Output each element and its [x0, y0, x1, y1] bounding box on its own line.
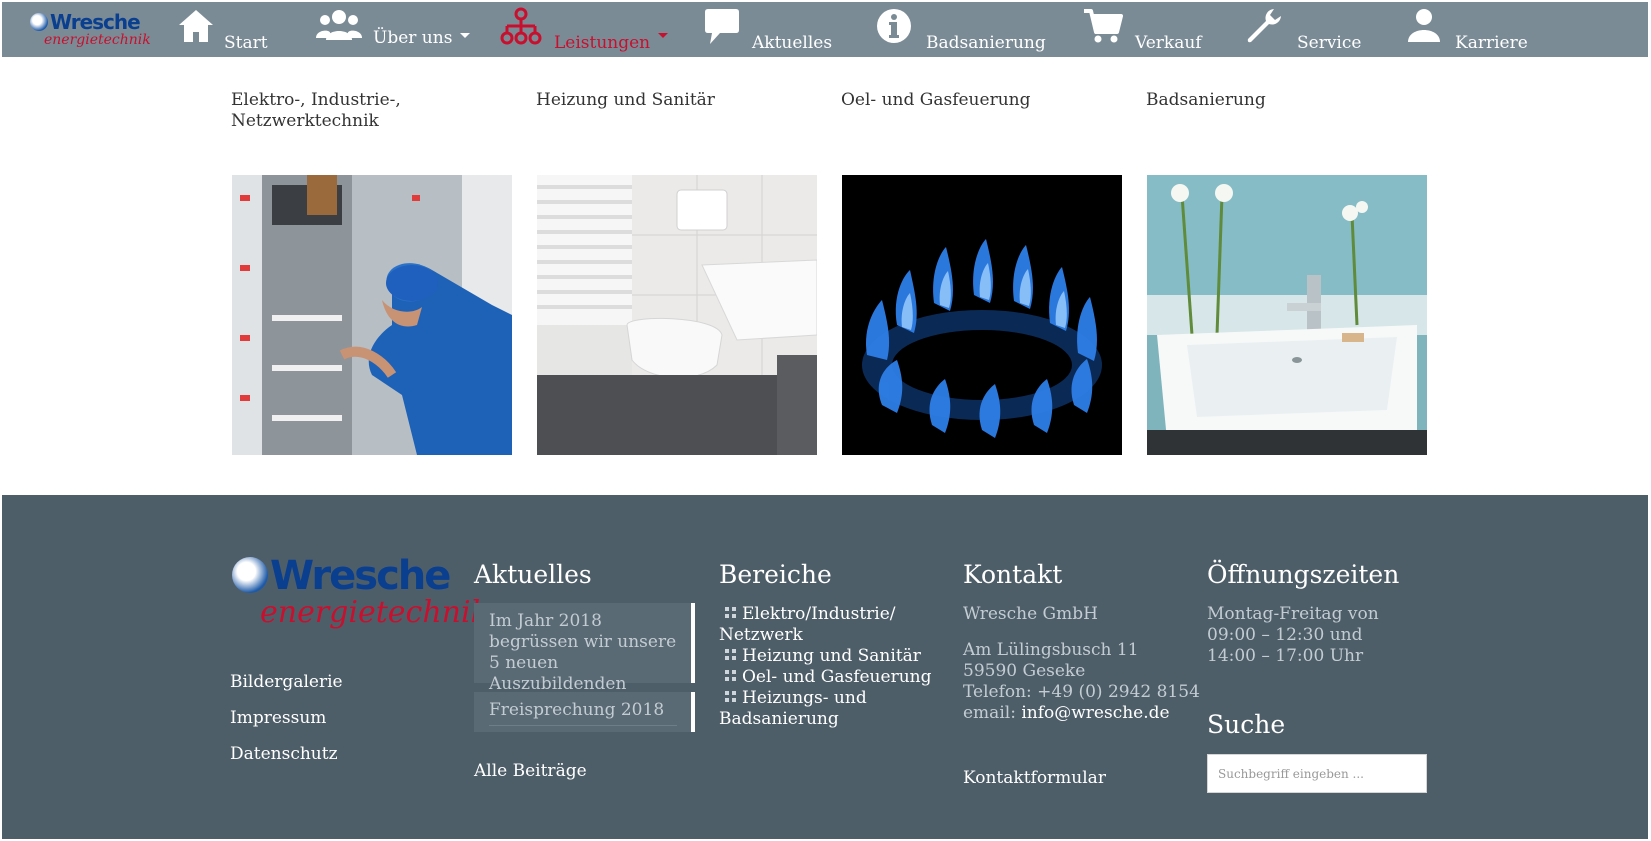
network-icon: [500, 7, 542, 45]
bereich-item-heizung[interactable]: Heizung und Sanitär: [719, 646, 949, 667]
footer-heading-suche: Suche: [1207, 710, 1286, 739]
nav-item-verkauf[interactable]: Verkauf: [1081, 2, 1211, 57]
kontaktformular-link[interactable]: Kontaktformular: [963, 768, 1106, 788]
nav-item-karriere[interactable]: Karriere: [1402, 2, 1542, 57]
header-logo[interactable]: Wresche energietechnik: [30, 10, 151, 50]
nav-label-karriere: Karriere: [1455, 33, 1528, 53]
kontakt-email-label: email:: [963, 703, 1016, 723]
hours-line-1: Montag-Freitag von: [1207, 604, 1379, 624]
footer-heading-bereiche: Bereiche: [719, 560, 832, 589]
logo-subtitle: energietechnik: [44, 32, 151, 48]
service-image-badsanierung[interactable]: [1147, 175, 1427, 455]
wrench-icon: [1247, 9, 1281, 43]
bereiche-list: Elektro/Industrie/ Netzwerk Heizung und …: [719, 604, 949, 730]
users-icon: [316, 10, 362, 40]
all-posts-link[interactable]: Alle Beiträge: [474, 761, 587, 781]
bathroom-image: [537, 175, 817, 455]
nav-label-leistungen: Leistungen: [554, 33, 651, 53]
cart-icon: [1084, 9, 1123, 43]
service-image-oel-gas[interactable]: [842, 175, 1122, 455]
footer-heading-aktuelles: Aktuelles: [474, 560, 592, 589]
nav-label-verkauf: Verkauf: [1135, 33, 1202, 53]
footer-link-datenschutz[interactable]: Datenschutz: [230, 744, 338, 764]
divider: [489, 725, 677, 726]
chevron-down-icon: [658, 33, 668, 38]
news-item-title: Im Jahr 2018 begrüssen wir unsere 5 neue…: [489, 611, 677, 694]
grid-bullet-icon: [725, 670, 736, 681]
footer-heading-kontakt: Kontakt: [963, 560, 1063, 589]
logo-wordmark: Wresche: [50, 10, 141, 34]
nav-label-badsanierung: Badsanierung: [926, 33, 1046, 53]
nav-item-leistungen[interactable]: Leistungen: [498, 2, 678, 57]
search-input[interactable]: [1207, 754, 1427, 793]
kontakt-email-row: email: info@wresche.de: [963, 703, 1170, 724]
service-title-elektro[interactable]: Elektro-, Industrie-, Netzwerktechnik: [231, 90, 501, 132]
news-item-title: Freisprechung 2018: [489, 700, 665, 720]
grid-bullet-icon: [725, 607, 736, 618]
logo-ball-icon: [30, 13, 48, 31]
logo-ball-icon: [232, 557, 268, 593]
kontakt-email-link[interactable]: info@wresche.de: [1021, 703, 1169, 723]
kontakt-city: 59590 Geseke: [963, 661, 1086, 681]
footer-logo-subtitle: energietechnik: [260, 595, 489, 630]
service-image-heizung[interactable]: [537, 175, 817, 455]
nav-label-aktuelles: Aktuelles: [752, 33, 833, 53]
nav-item-ueber-uns[interactable]: Über uns: [312, 2, 472, 57]
opening-hours: Montag-Freitag von 09:00 – 12:30 und 14:…: [1207, 604, 1379, 667]
service-image-elektro[interactable]: [232, 175, 512, 455]
washbasin-image: [1147, 175, 1427, 455]
electrician-image: [232, 175, 512, 455]
bereich-item-oel-gas[interactable]: Oel- und Gasfeuerung: [719, 667, 949, 688]
kontakt-street: Am Lülingsbusch 11: [963, 640, 1139, 660]
service-title-heizung[interactable]: Heizung und Sanitär: [536, 90, 806, 111]
service-title-oel-gas[interactable]: Oel- und Gasfeuerung: [841, 90, 1111, 111]
nav-item-service[interactable]: Service: [1242, 2, 1372, 57]
footer-logo-wordmark: Wresche: [270, 553, 451, 599]
chevron-down-icon: [460, 33, 470, 38]
service-title-badsanierung[interactable]: Badsanierung: [1146, 90, 1416, 111]
kontakt-phone: Telefon: +49 (0) 2942 8154: [963, 682, 1200, 702]
bereich-item-elektro[interactable]: Elektro/Industrie/ Netzwerk: [719, 604, 949, 646]
user-icon: [1408, 9, 1440, 42]
kontakt-company: Wresche GmbH: [963, 604, 1098, 624]
nav-item-start[interactable]: Start: [172, 2, 272, 57]
footer-heading-hours: Öffnungszeiten: [1207, 560, 1400, 589]
nav-item-aktuelles[interactable]: Aktuelles: [700, 2, 840, 57]
nav-label-service: Service: [1297, 33, 1362, 53]
nav-label-ueber-uns: Über uns: [373, 28, 453, 48]
footer-logo[interactable]: Wresche energietechnik: [232, 553, 489, 633]
home-icon: [179, 10, 213, 42]
grid-bullet-icon: [725, 691, 736, 702]
hours-line-2: 09:00 – 12:30 und: [1207, 625, 1363, 645]
nav-label-start: Start: [224, 33, 268, 53]
nav-item-badsanierung[interactable]: Badsanierung: [872, 2, 1052, 57]
gas-flame-image: [842, 175, 1122, 455]
hours-line-3: 14:00 – 17:00 Uhr: [1207, 646, 1364, 666]
bereich-item-badsanierung[interactable]: Heizungs- und Badsanierung: [719, 688, 949, 730]
footer-link-bildergalerie[interactable]: Bildergalerie: [230, 672, 343, 692]
news-item-2[interactable]: Freisprechung 2018: [474, 692, 695, 732]
grid-bullet-icon: [725, 649, 736, 660]
speech-bubble-icon: [705, 9, 739, 44]
footer-link-impressum[interactable]: Impressum: [230, 708, 326, 728]
info-icon: [877, 9, 911, 43]
news-item-1[interactable]: Im Jahr 2018 begrüssen wir unsere 5 neue…: [474, 603, 695, 700]
main-navigation: Wresche energietechnik Start Über uns Le…: [2, 2, 1648, 57]
